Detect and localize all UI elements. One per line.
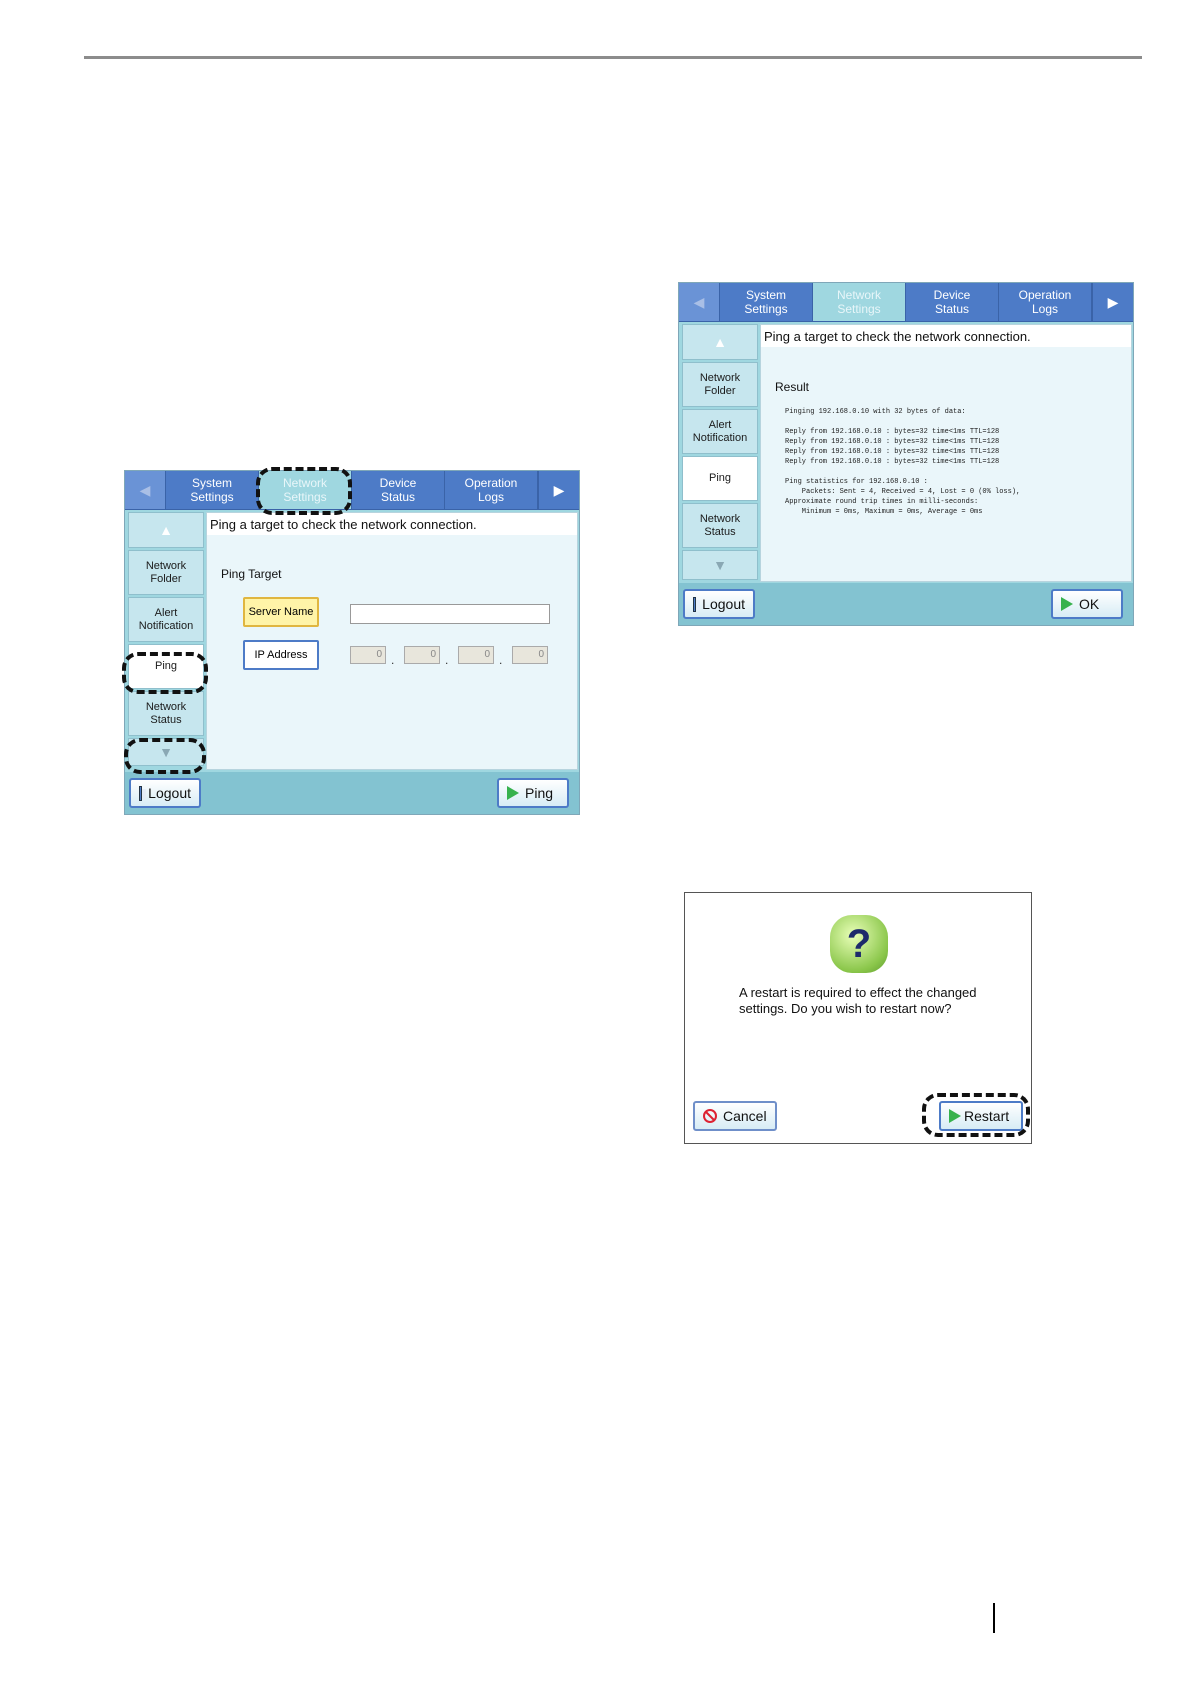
tab-operation-logs[interactable]: Operation Logs [999, 283, 1092, 321]
ok-button[interactable]: OK [1051, 589, 1123, 619]
top-rule [84, 56, 1142, 59]
tab-bar: ◀ System Settings Network Settings Devic… [125, 471, 579, 510]
server-name-button[interactable]: Server Name [243, 597, 319, 627]
dialog-message: A restart is required to effect the chan… [739, 985, 977, 1016]
logout-button[interactable]: Logout [683, 589, 755, 619]
content-panel: Ping a target to check the network conne… [760, 324, 1132, 582]
result-output: Pinging 192.168.0.10 with 32 bytes of da… [785, 408, 1021, 516]
ip-address-button[interactable]: IP Address [243, 640, 319, 670]
tab-operation-logs[interactable]: Operation Logs [445, 471, 538, 509]
bottom-bar: Logout Ping [125, 772, 579, 814]
ip-separator: . [499, 653, 503, 667]
cancel-button[interactable]: Cancel [693, 1101, 777, 1131]
play-icon [507, 786, 519, 800]
left-arrow-icon[interactable]: ◀ [679, 283, 720, 321]
logout-button[interactable]: Logout [129, 778, 201, 808]
ip-octet-1[interactable]: 0 [350, 646, 386, 664]
tab-system-settings[interactable]: System Settings [720, 283, 813, 321]
tab-device-status[interactable]: Device Status [906, 283, 999, 321]
ping-button[interactable]: Ping [497, 778, 569, 808]
highlight-ping-item [122, 652, 208, 694]
logout-label: Logout [148, 785, 191, 801]
tab-system-settings[interactable]: System Settings [166, 471, 259, 509]
play-icon [1061, 597, 1073, 611]
page-marker [993, 1603, 995, 1633]
question-icon: ? [830, 915, 888, 973]
scroll-down-icon[interactable]: ▼ [682, 550, 758, 580]
bottom-bar: Logout OK [679, 583, 1133, 625]
scroll-up-icon[interactable]: ▲ [128, 512, 204, 548]
ip-separator: . [391, 653, 395, 667]
result-title: Result [775, 380, 810, 394]
sidebar-item-alert-notification[interactable]: Alert Notification [682, 409, 758, 454]
cancel-icon [703, 1109, 717, 1123]
right-arrow-icon[interactable]: ▶ [538, 471, 579, 509]
sidebar-item-network-status[interactable]: Network Status [682, 503, 758, 548]
sidebar-item-network-status[interactable]: Network Status [128, 691, 204, 736]
ip-octet-3[interactable]: 0 [458, 646, 494, 664]
content-panel: Ping a target to check the network conne… [206, 512, 578, 770]
logout-icon [139, 785, 147, 801]
tab-device-status[interactable]: Device Status [352, 471, 445, 509]
section-title: Ping Target [221, 567, 282, 581]
highlight-scroll-down [124, 738, 206, 774]
sidebar-item-ping[interactable]: Ping [682, 456, 758, 501]
result-screen: ◀ System Settings Network Settings Devic… [678, 282, 1134, 626]
highlight-restart-button [922, 1093, 1030, 1137]
server-name-input[interactable] [350, 604, 550, 624]
logout-icon [693, 596, 701, 612]
sidebar: ▲ Network Folder Alert Notification Ping… [682, 324, 758, 582]
sidebar: ▲ Network Folder Alert Notification Ping… [128, 512, 204, 768]
tab-network-settings[interactable]: Network Settings [813, 283, 906, 321]
scroll-up-icon[interactable]: ▲ [682, 324, 758, 360]
ip-octet-2[interactable]: 0 [404, 646, 440, 664]
ok-label: OK [1079, 596, 1100, 612]
ping-label: Ping [525, 785, 554, 801]
sidebar-item-network-folder[interactable]: Network Folder [682, 362, 758, 407]
cancel-label: Cancel [723, 1108, 767, 1124]
sidebar-item-network-folder[interactable]: Network Folder [128, 550, 204, 595]
sidebar-item-alert-notification[interactable]: Alert Notification [128, 597, 204, 642]
instruction-text: Ping a target to check the network conne… [207, 513, 577, 535]
instruction-text: Ping a target to check the network conne… [761, 325, 1131, 347]
ip-separator: . [445, 653, 449, 667]
highlight-network-settings-tab [256, 467, 352, 515]
logout-label: Logout [702, 596, 745, 612]
left-arrow-icon[interactable]: ◀ [125, 471, 166, 509]
right-arrow-icon[interactable]: ▶ [1092, 283, 1133, 321]
tab-bar: ◀ System Settings Network Settings Devic… [679, 283, 1133, 322]
ip-octet-4[interactable]: 0 [512, 646, 548, 664]
